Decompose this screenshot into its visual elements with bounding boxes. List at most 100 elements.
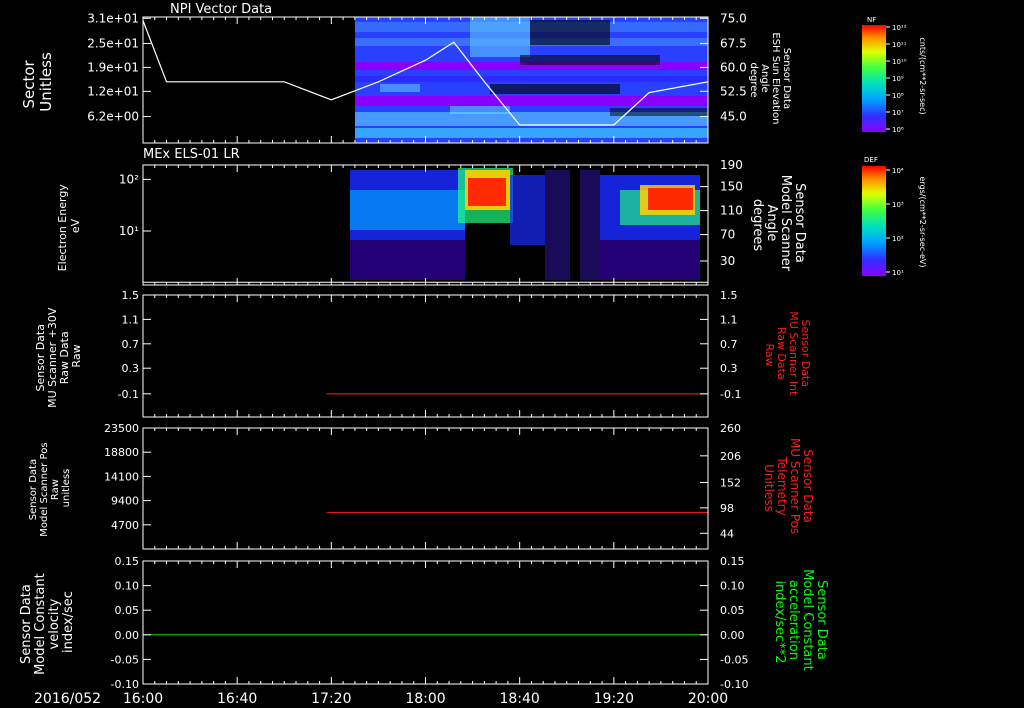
right-tick-label: 206 [720, 450, 741, 463]
colorbar-tick-label: 10⁷ [892, 109, 904, 117]
colorbar-tick-label: 10⁹ [892, 75, 904, 83]
left-tick-label: 10¹ [119, 224, 139, 238]
right-tick-label: 0.3 [720, 362, 738, 375]
mu-pos-right-axis: 260 206 152 98 44 [700, 422, 741, 540]
date-label: 2016/052 [34, 691, 101, 707]
right-tick-label: 0.05 [720, 604, 745, 617]
right-tick-label: 98 [720, 502, 734, 515]
mu-int-right-axis: 1.5 1.1 0.7 0.3 -0.1 [700, 289, 741, 401]
mu-pos-right-label: Sensor Data MU Scanner Pos Telemetry Uni… [762, 438, 815, 538]
mu-pos-left-axis: 23500 18800 14100 9400 4700 [104, 422, 151, 532]
model-left-axis: 0.15 0.10 0.05 0.00 -0.05 -0.10 [111, 555, 151, 691]
colorbar-tick-label: 10¹⁰ [892, 58, 907, 66]
model-right-label: Sensor Data Model Constant acceleration … [772, 569, 829, 675]
mu-pos-frame [142, 427, 709, 550]
els-left-axis: 10² 10¹ [119, 172, 151, 238]
right-tick-label: 52.5 [720, 84, 747, 98]
left-tick-label: 0.15 [115, 555, 140, 568]
time-tick-label: 18:00 [405, 691, 445, 707]
left-tick-label: 0.10 [115, 580, 140, 593]
model-panel: 0.150.100.050.00-0.05-0.10 0.150.100.050… [19, 555, 829, 691]
mu-int-frame [142, 294, 709, 418]
els-colorbar-unit: ergs/(cm**2-sr-sec-eV) [918, 176, 927, 267]
left-tick-label: 1.9e+01 [87, 60, 139, 74]
right-tick-label: 152 [720, 476, 741, 489]
mu-int-left-label: Sensor Data MU Scanner +30V Raw Data Raw [34, 304, 83, 408]
mu-pos-time-ticks [142, 428, 709, 549]
right-tick-label: 1.5 [720, 289, 738, 302]
right-tick-label: -0.05 [720, 653, 748, 666]
time-tick-label: 20:00 [688, 691, 728, 707]
right-tick-label: 70 [720, 228, 735, 242]
els-left-label: Electron Energy eV [56, 181, 82, 272]
mu-int-panel: 1.5 1.1 0.7 0.3 -0.1 1.5 1.1 0.7 0.3 -0.1 Sensor… [34, 289, 812, 418]
mu-int-right-label: Sensor Data MU Scanner Int Raw Data Raw [763, 311, 812, 399]
mu-int-left-axis: 1.5 1.1 0.7 0.3 -0.1 [118, 289, 151, 401]
left-tick-label: 23500 [104, 422, 139, 435]
right-tick-label: 0.00 [720, 629, 745, 642]
left-tick-label: 0.7 [122, 338, 140, 351]
right-tick-label: 0.7 [720, 338, 738, 351]
right-tick-label: 1.1 [720, 313, 738, 326]
npi-colorbar: NF 10¹² 10¹¹ 10¹⁰ 10⁹ 10⁸ 10⁷ 10⁶ cnts/(cm**2-… [862, 16, 927, 134]
time-tick-label: 18:40 [499, 691, 539, 707]
right-tick-label: 110 [720, 204, 743, 218]
right-tick-label: 67.5 [720, 36, 747, 50]
right-tick-label: 0.15 [720, 555, 745, 568]
els-spectrogram [350, 165, 708, 285]
npi-left-axis: 3.1e+01 2.5e+01 1.9e+01 1.2e+01 6.2e+00 [87, 11, 151, 124]
right-tick-label: -0.10 [720, 678, 748, 691]
right-tick-label: 44 [720, 527, 734, 540]
npi-colorbar-ticks: 10¹² 10¹¹ 10¹⁰ 10⁹ 10⁸ 10⁷ 10⁶ [886, 24, 907, 134]
time-tick-label: 19:20 [594, 691, 634, 707]
npi-colorbar-gradient [862, 25, 886, 132]
right-tick-label: 150 [720, 180, 743, 194]
npi-spectrogram [355, 17, 708, 143]
time-axis-labels: 16:00 16:40 17:20 18:00 18:40 19:20 20:00 [123, 691, 728, 707]
model-left-label: Sensor Data Model Constant velocity inde… [19, 569, 76, 675]
time-tick-label: 17:20 [311, 691, 351, 707]
mu-int-time-ticks [142, 295, 709, 417]
left-tick-label: 0.3 [122, 362, 140, 375]
npi-left-label: Sector Unitless [20, 52, 55, 112]
colorbar-tick-label: 10¹ [892, 269, 904, 277]
left-tick-label: 0.00 [115, 629, 140, 642]
colorbar-tick-label: 10² [892, 235, 904, 243]
right-tick-label: 75.0 [720, 11, 747, 25]
npi-colorbar-unit: cnts/(cm**2-sr-sec) [918, 37, 927, 114]
plot-canvas: NPI Vector Data 3.1e+01 2.5e+01 1.9e+01 1.2… [19, 2, 927, 707]
els-colorbar-ticks: 10⁴ 10³ 10² 10¹ [886, 167, 904, 277]
model-time-ticks [142, 561, 709, 684]
model-frame [142, 560, 709, 685]
npi-colorbar-title: NF [867, 16, 876, 24]
right-tick-label: 45.0 [720, 110, 747, 124]
left-tick-label: 18800 [104, 446, 139, 459]
left-tick-label: 1.2e+01 [87, 84, 139, 98]
els-colorbar: DEF 10⁴ 10³ 10² 10¹ ergs/(cm**2-sr-sec-eV) [862, 156, 927, 277]
colorbar-tick-label: 10⁶ [892, 126, 904, 134]
left-tick-label: 0.05 [115, 604, 140, 617]
right-tick-label: 60.0 [720, 60, 747, 74]
right-tick-label: 0.10 [720, 580, 745, 593]
left-tick-label: 10² [119, 172, 139, 186]
left-tick-label: 4700 [111, 519, 139, 532]
time-tick-label: 16:40 [217, 691, 257, 707]
left-tick-label: 6.2e+00 [87, 110, 139, 124]
panel-title-els: MEx ELS-01 LR [143, 147, 240, 162]
npi-panel: NPI Vector Data 3.1e+01 2.5e+01 1.9e+01 1.2… [20, 2, 792, 144]
left-tick-label: -0.1 [118, 388, 139, 401]
left-tick-label: 2.5e+01 [87, 36, 139, 50]
colorbar-tick-label: 10⁴ [892, 167, 904, 175]
model-right-axis: 0.15 0.10 0.05 0.00 -0.05 -0.10 [700, 555, 748, 691]
mu-pos-left-label: Sensor Data Model Scanner Pos Raw unitle… [28, 439, 72, 536]
colorbar-tick-label: 10¹² [892, 24, 907, 32]
els-panel: MEx ELS-01 LR 10² 10¹ 190 150 110 70 30 Elect… [56, 147, 807, 286]
left-tick-label: 3.1e+01 [87, 11, 139, 25]
time-tick-label: 16:00 [123, 691, 163, 707]
right-tick-label: 260 [720, 422, 741, 435]
right-tick-label: -0.1 [720, 388, 741, 401]
npi-right-label: Sensor Data ESH Sun Elevation Angle degr… [748, 32, 792, 127]
left-tick-label: -0.05 [111, 653, 139, 666]
left-tick-label: 1.1 [122, 313, 140, 326]
colorbar-tick-label: 10¹¹ [892, 41, 907, 49]
